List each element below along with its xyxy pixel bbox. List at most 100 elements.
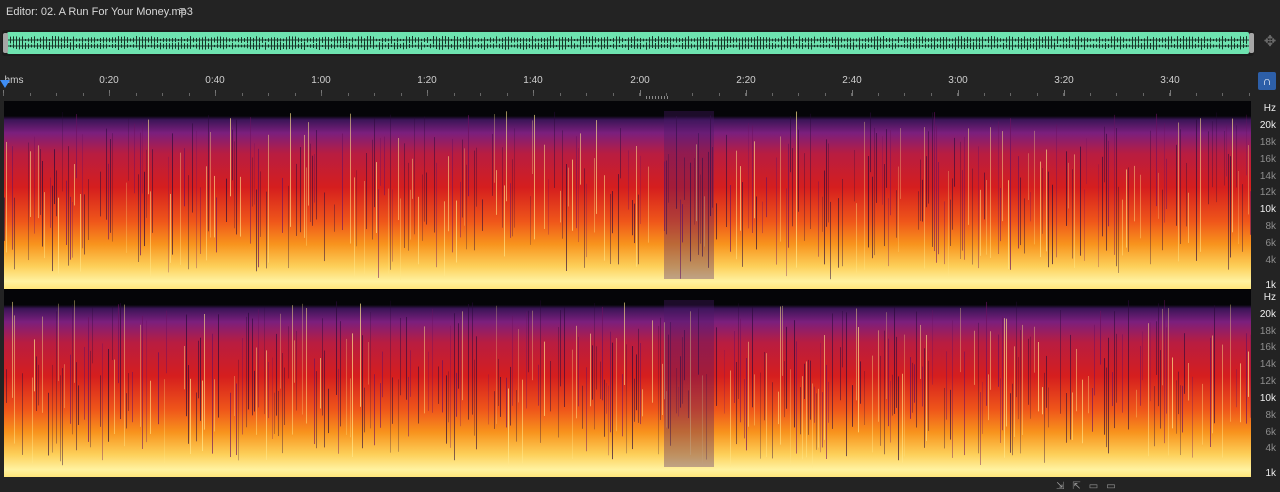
time-minor-tick — [1249, 93, 1250, 96]
time-minor-tick — [1143, 93, 1144, 96]
time-minor-tick — [1063, 93, 1064, 96]
frequency-tick-label: 18k — [1259, 326, 1276, 337]
time-minor-tick — [427, 93, 428, 96]
spectrogram-channel-left[interactable] — [4, 101, 1251, 289]
frequency-tick-label: 12k — [1259, 376, 1276, 387]
time-minor-tick — [1169, 93, 1170, 96]
spectrogram-channel-right[interactable] — [4, 290, 1251, 477]
frequency-tick-label: 4k — [1265, 255, 1276, 266]
time-tick-label: 3:00 — [948, 75, 968, 86]
frequency-tick-label: 20k — [1259, 120, 1276, 131]
hamburger-menu-icon[interactable]: ≡ — [179, 5, 185, 17]
time-tick-label: 2:00 — [630, 75, 650, 86]
playhead-marker[interactable] — [0, 80, 10, 88]
time-tick-label: 3:20 — [1054, 75, 1074, 86]
spectrogram-graphic-right — [6, 300, 1251, 468]
time-tick-label: 3:40 — [1160, 75, 1180, 86]
time-minor-tick — [560, 93, 561, 96]
time-minor-tick — [3, 93, 4, 96]
time-minor-tick — [295, 93, 296, 96]
time-minor-tick — [1037, 93, 1038, 96]
resize-grip[interactable] — [646, 96, 670, 99]
time-minor-tick — [268, 93, 269, 96]
time-minor-tick — [984, 93, 985, 96]
time-tick-label: 2:40 — [842, 75, 862, 86]
frequency-tick-label: 14k — [1259, 171, 1276, 182]
time-tick-label: 1:40 — [523, 75, 543, 86]
overview-navigator[interactable] — [2, 30, 1254, 56]
time-minor-tick — [162, 93, 163, 96]
frequency-tick-label: 16k — [1259, 342, 1276, 353]
frequency-tick-label: 20k — [1259, 309, 1276, 320]
frequency-tick-label: 10k — [1259, 393, 1276, 404]
frequency-tick-label: 4k — [1265, 443, 1276, 454]
time-tick-label: 1:20 — [417, 75, 437, 86]
time-minor-tick — [1090, 93, 1091, 96]
time-minor-tick — [692, 93, 693, 96]
time-minor-tick — [1010, 93, 1011, 96]
time-tick-mark — [640, 90, 641, 96]
time-minor-tick — [83, 93, 84, 96]
time-tick-mark — [1170, 90, 1171, 96]
frequency-tick-label: 8k — [1265, 221, 1276, 232]
time-minor-tick — [321, 93, 322, 96]
frequency-tick-label: 16k — [1259, 154, 1276, 165]
frequency-tick-label: 6k — [1265, 238, 1276, 249]
magnet-snap-icon[interactable]: ∩ — [1258, 72, 1276, 90]
time-tick-mark — [1064, 90, 1065, 96]
zoom-navigator-icon[interactable]: ✥ — [1261, 33, 1279, 51]
time-minor-tick — [772, 93, 773, 96]
time-minor-tick — [215, 93, 216, 96]
time-minor-tick — [374, 93, 375, 96]
time-minor-tick — [719, 93, 720, 96]
time-minor-tick — [613, 93, 614, 96]
time-minor-tick — [480, 93, 481, 96]
editor-titlebar: Editor: 02. A Run For Your Money.mp3 ≡ — [0, 0, 1280, 24]
overview-waveform[interactable] — [7, 32, 1249, 54]
frequency-tick-label: 6k — [1265, 427, 1276, 438]
time-minor-tick — [825, 93, 826, 96]
frequency-tick-label: 10k — [1259, 204, 1276, 215]
overview-waveform-graphic — [7, 36, 1249, 50]
time-minor-tick — [507, 93, 508, 96]
time-minor-tick — [586, 93, 587, 96]
time-minor-tick — [136, 93, 137, 96]
time-minor-tick — [904, 93, 905, 96]
time-minor-tick — [401, 93, 402, 96]
zoom-controls[interactable]: ⇲⇱▭▭ — [1056, 481, 1124, 492]
time-minor-tick — [878, 93, 879, 96]
editor-title: Editor: 02. A Run For Your Money.mp3 — [6, 6, 193, 18]
time-minor-tick — [533, 93, 534, 96]
frequency-axis-left: Hz 20k 18k 16k 14k 12k 10k 8k 6k 4k 1k — [1252, 101, 1280, 291]
time-minor-tick — [1222, 93, 1223, 96]
overview-left-handle[interactable] — [3, 33, 8, 53]
time-minor-tick — [957, 93, 958, 96]
time-minor-tick — [931, 93, 932, 96]
time-minor-tick — [1196, 93, 1197, 96]
time-tick-label: 2:20 — [736, 75, 756, 86]
time-tick-label: 0:20 — [99, 75, 119, 86]
time-tick-mark — [852, 90, 853, 96]
time-ruler[interactable]: hms 0:20 0:40 1:00 1:20 1:40 2:00 2:20 2:40 3:00 3… — [0, 70, 1252, 98]
time-minor-tick — [851, 93, 852, 96]
overview-right-handle[interactable] — [1249, 33, 1254, 53]
time-minor-tick — [798, 93, 799, 96]
time-minor-tick — [56, 93, 57, 96]
time-minor-tick — [1116, 93, 1117, 96]
frequency-tick-label: 18k — [1259, 137, 1276, 148]
spectrogram-graphic-left — [4, 111, 1251, 280]
time-minor-tick — [348, 93, 349, 96]
time-minor-tick — [242, 93, 243, 96]
frequency-tick-label: 8k — [1265, 410, 1276, 421]
time-minor-tick — [745, 93, 746, 96]
time-minor-tick — [109, 93, 110, 96]
hz-unit-label: Hz — [1263, 292, 1276, 303]
time-minor-tick — [189, 93, 190, 96]
time-tick-label: 1:00 — [311, 75, 331, 86]
time-minor-tick — [639, 93, 640, 96]
frequency-tick-label: 12k — [1259, 187, 1276, 198]
frequency-axis-right: Hz 20k 18k 16k 14k 12k 10k 8k 6k 4k 1k — [1252, 290, 1280, 479]
frequency-tick-label: 1k — [1265, 468, 1276, 479]
frequency-tick-label: 14k — [1259, 359, 1276, 370]
time-minor-tick — [454, 93, 455, 96]
